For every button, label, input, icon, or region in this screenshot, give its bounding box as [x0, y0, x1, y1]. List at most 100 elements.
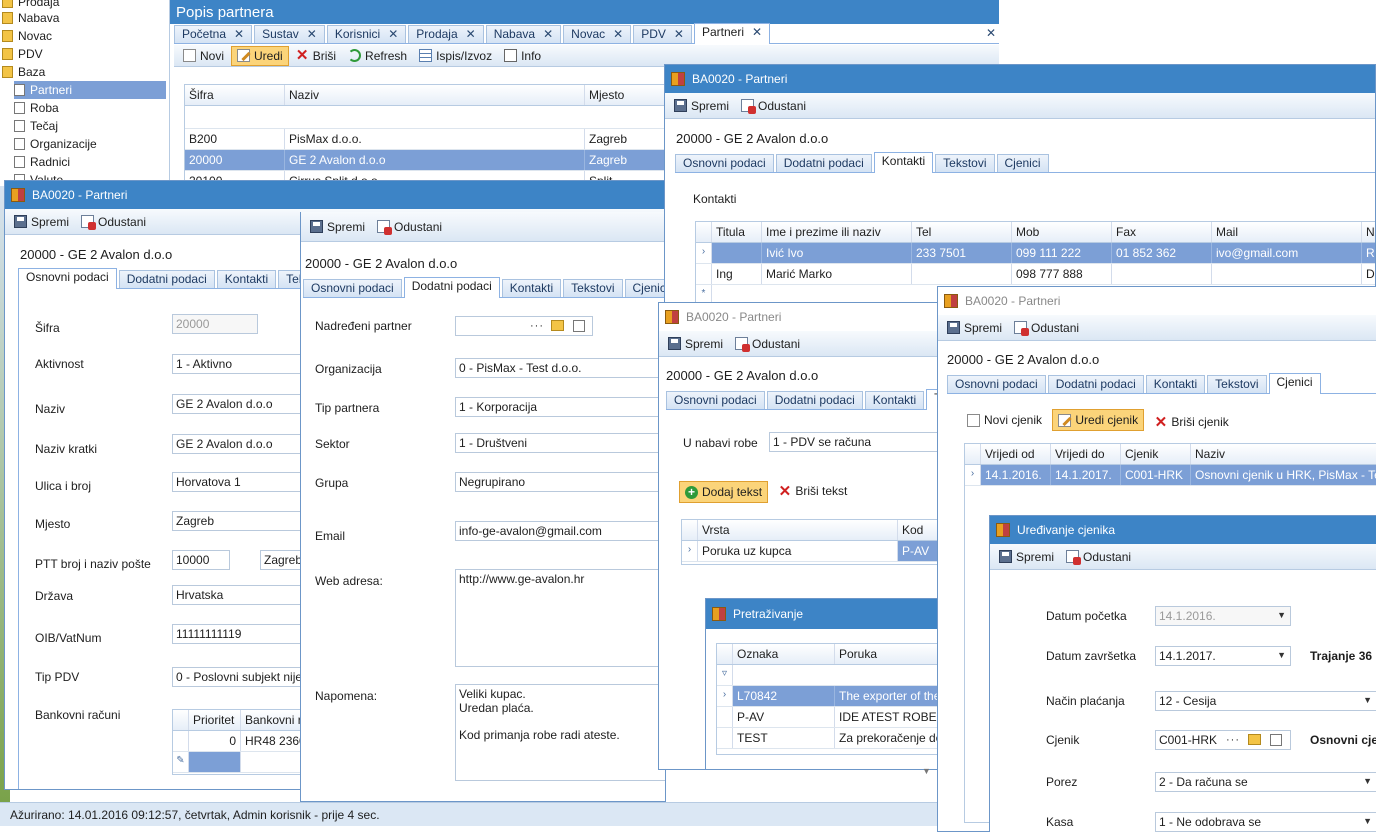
kasa-select[interactable]: 1 - Ne odobrava se ▼ [1155, 812, 1376, 832]
tab-osnovni-podaci[interactable]: Osnovni podaci [675, 154, 774, 172]
tab-kontakti[interactable]: Kontakti [216, 270, 277, 288]
nacin-placanja-select[interactable]: 12 - Cesija ▼ [1155, 691, 1376, 711]
tab-dodatni-podaci[interactable]: Dodatni podaci [403, 277, 500, 298]
column-header-fax[interactable]: Fax [1112, 222, 1212, 242]
tab-osnovni-podaci[interactable]: Osnovni podaci [303, 279, 402, 297]
datum-pocetka-field[interactable]: 14.1.2016. ▼ [1155, 606, 1291, 626]
oib-field[interactable]: 11111111119 [172, 624, 307, 644]
new-row[interactable]: ✎ [173, 752, 311, 773]
column-header-prioritet[interactable]: Prioritet [189, 710, 241, 730]
odustani-button[interactable]: Odustani [736, 96, 811, 116]
scroll-down-icon[interactable]: ▼ [922, 766, 931, 776]
table-row[interactable]: P-AV IDE ATEST ROBE U V [717, 707, 937, 728]
tab-osnovni-podaci[interactable]: Osnovni podaci [666, 391, 765, 409]
tab-pocetna[interactable]: Početna ✕ [174, 25, 253, 43]
refresh-button[interactable]: Refresh [343, 46, 412, 66]
folder-open-icon[interactable] [1248, 734, 1261, 745]
table-row[interactable]: › Poruka uz kupca P-AV [682, 541, 938, 562]
cjenik-field[interactable]: C001-HRK ··· [1155, 730, 1291, 750]
close-icon[interactable]: ✕ [388, 27, 398, 41]
odustani-button[interactable]: Odustani [1009, 318, 1084, 338]
tab-dodatni-podaci[interactable]: Dodatni podaci [1047, 375, 1144, 393]
spremi-button[interactable]: Spremi [9, 212, 74, 232]
u-nabavi-robe-select[interactable]: 1 - PDV se računa [769, 432, 938, 452]
nadredeni-field[interactable]: ··· [455, 316, 593, 336]
tree-item-baza[interactable]: Baza [2, 63, 45, 81]
tab-dodatni-podaci[interactable]: Dodatni podaci [118, 270, 215, 288]
table-row-selected[interactable]: › 14.1.2016. 14.1.2017. C001-HRK Osnovni… [965, 465, 1376, 486]
tab-osnovni-podaci[interactable]: Osnovni podaci [947, 375, 1046, 393]
close-icon[interactable]: ✕ [307, 27, 317, 41]
tab-dodatni-podaci[interactable]: Dodatni podaci [775, 154, 872, 172]
column-header-na[interactable]: Na [1362, 222, 1375, 242]
spremi-button[interactable]: Spremi [994, 547, 1059, 567]
tab-nabava[interactable]: Nabava ✕ [485, 25, 562, 43]
tab-cjenici[interactable]: Cjenici [996, 154, 1049, 172]
novi-cjenik-button[interactable]: Novi cjenik [962, 410, 1047, 430]
naziv-field[interactable]: GE 2 Avalon d.o.o [172, 394, 307, 414]
tab-tekstovi[interactable]: Tekstovi [1207, 375, 1267, 393]
column-header-ime[interactable]: Ime i prezime ili naziv [762, 222, 912, 242]
table-row-selected[interactable]: › Ivić Ivo 233 7501 099 111 222 01 852 3… [696, 243, 1375, 264]
tree-item-nabava[interactable]: Nabava [2, 9, 59, 27]
spremi-button[interactable]: Spremi [305, 217, 370, 237]
tab-tekstovi[interactable]: Tekstovi [563, 279, 623, 297]
edit-icon[interactable] [573, 320, 585, 332]
table-row[interactable]: B200 PisMax d.o.o. Zagreb [185, 129, 683, 150]
tab-kontakti[interactable]: Kontakti [873, 152, 934, 173]
column-header-vrijedi-do[interactable]: Vrijedi do [1051, 444, 1121, 464]
drzava-field[interactable]: Hrvatska [172, 585, 307, 605]
edit-icon[interactable] [1270, 734, 1282, 746]
spremi-button[interactable]: Spremi [663, 334, 728, 354]
column-header-oznaka[interactable]: Oznaka [733, 644, 835, 664]
table-row-selected[interactable]: › L70842 The exporter of the p [717, 686, 937, 707]
porez-select[interactable]: 2 - Da računa se ▼ [1155, 772, 1376, 792]
tree-item-organizacije[interactable]: Organizacije [14, 135, 97, 153]
dropdown-arrow-icon[interactable]: ▼ [1277, 650, 1286, 660]
close-icon[interactable]: ✕ [466, 27, 476, 41]
info-button[interactable]: Info [499, 46, 546, 66]
close-all-tabs-icon[interactable]: ✕ [986, 26, 996, 40]
brisi-cjenik-button[interactable]: ✕ Briši cjenik [1149, 412, 1233, 432]
column-header-cjenik[interactable]: Cjenik [1121, 444, 1191, 464]
dropdown-arrow-icon[interactable]: ▼ [1363, 816, 1372, 826]
close-icon[interactable]: ✕ [234, 27, 244, 41]
tab-cjenici[interactable]: Cjenici [624, 279, 665, 297]
column-header-vrsta[interactable]: Vrsta [698, 520, 898, 540]
uredi-cjenik-button[interactable]: Uredi cjenik [1052, 409, 1145, 431]
column-header-mob[interactable]: Mob [1012, 222, 1112, 242]
brisi-tekst-button[interactable]: ✕ Briši tekst [773, 481, 852, 501]
table-row[interactable]: TEST Za prekoračenje dosp [717, 728, 937, 749]
naziv-kratki-field[interactable]: GE 2 Avalon d.o.o [172, 434, 307, 454]
tip-partnera-select[interactable]: 1 - Korporacija [455, 397, 665, 417]
novi-button[interactable]: Novi [178, 46, 229, 66]
datum-zavrsetka-field[interactable]: 14.1.2017. ▼ [1155, 646, 1291, 666]
tip-pdv-select[interactable]: 0 - Poslovni subjekt nije u s [172, 667, 307, 687]
ptt-broj-field[interactable]: 10000 [172, 550, 230, 570]
filter-row[interactable]: ▿ [717, 665, 937, 686]
sektor-select[interactable]: 1 - Društveni [455, 433, 665, 453]
uredi-button[interactable]: Uredi [231, 45, 289, 66]
odustani-button[interactable]: Odustani [76, 212, 151, 232]
grupa-select[interactable]: Negrupirano [455, 472, 665, 492]
tab-korisnici[interactable]: Korisnici ✕ [326, 25, 407, 43]
new-row-cell[interactable] [189, 752, 241, 772]
close-icon[interactable]: ✕ [674, 27, 684, 41]
ellipsis-icon[interactable]: ··· [530, 320, 544, 332]
dropdown-arrow-icon[interactable]: ▼ [1363, 776, 1372, 786]
aktivnost-select[interactable]: 1 - Aktivno [172, 354, 307, 374]
ulica-field[interactable]: Horvatova 1 [172, 472, 307, 492]
odustani-button[interactable]: Odustani [1061, 547, 1136, 567]
tab-pdv[interactable]: PDV ✕ [633, 25, 692, 43]
sifra-field[interactable]: 20000 [172, 314, 258, 334]
tab-kontakti[interactable]: Kontakti [1145, 375, 1206, 393]
close-icon[interactable]: ✕ [752, 25, 762, 39]
mjesto-field[interactable]: Zagreb [172, 511, 307, 531]
column-header-poruka[interactable]: Poruka [835, 644, 937, 664]
odustani-button[interactable]: Odustani [730, 334, 805, 354]
table-row-selected[interactable]: 20000 GE 2 Avalon d.o.o Zagreb [185, 150, 683, 171]
spremi-button[interactable]: Spremi [942, 318, 1007, 338]
column-header-tel[interactable]: Tel [912, 222, 1012, 242]
column-header-vrijedi-od[interactable]: Vrijedi od [981, 444, 1051, 464]
column-header-sifra[interactable]: Šifra [185, 85, 285, 105]
